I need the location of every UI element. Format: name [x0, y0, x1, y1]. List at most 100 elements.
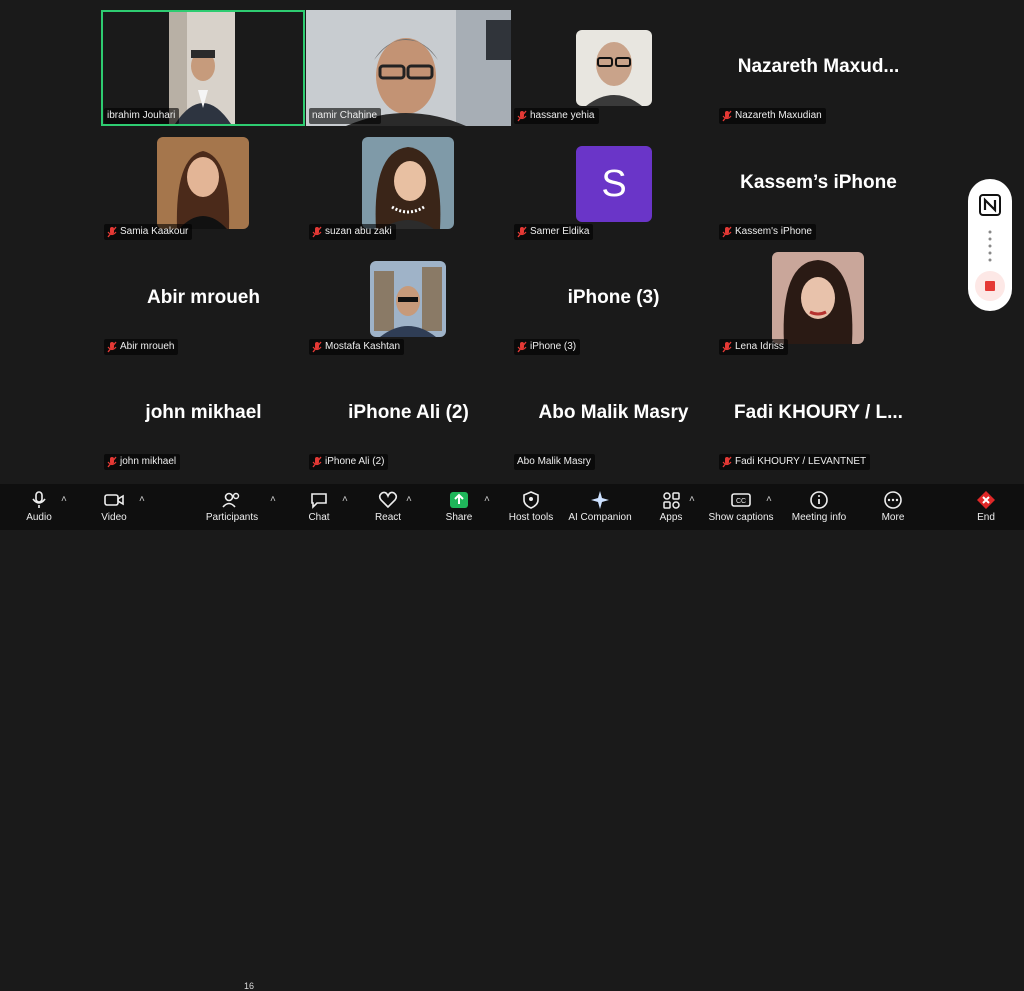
participant-display-name: Abo Malik Masry	[538, 402, 689, 423]
participant-display-name: Fadi KHOURY / L...	[734, 402, 903, 423]
participant-tile-kassem[interactable]: Kassem’s iPhone Kassem's iPhone	[716, 126, 921, 242]
mic-muted-icon	[722, 341, 732, 353]
participant-tile-lena[interactable]: Lena Idriss	[716, 241, 921, 357]
participant-tile-abir[interactable]: Abir mroueh Abir mroueh	[101, 241, 306, 357]
chat-bubble-icon	[311, 493, 327, 509]
participants-options-chevron-icon[interactable]: ˄	[270, 494, 276, 505]
participant-display-name: Nazareth Maxud...	[737, 56, 900, 77]
video-grid: ibrahim Jouhari namir Chahine hassane ye…	[0, 0, 1024, 484]
initial-avatar: S	[576, 146, 652, 222]
video-options-chevron-icon[interactable]: ˄	[139, 494, 145, 505]
sparkle-icon	[591, 491, 609, 509]
svg-text:CC: CC	[736, 498, 746, 505]
share-options-chevron-icon[interactable]: ˄	[484, 494, 490, 505]
mic-muted-icon	[517, 226, 527, 238]
participant-tile-iphone-ali[interactable]: iPhone Ali (2) iPhone Ali (2)	[306, 356, 511, 472]
end-call-icon	[977, 491, 995, 509]
participant-name-label: ibrahim Jouhari	[104, 108, 180, 124]
end-meeting-button[interactable]: End	[970, 488, 1002, 528]
participant-display-name: Abir mroueh	[147, 287, 260, 308]
notion-icon[interactable]	[978, 193, 1002, 217]
participant-name-label: Mostafa Kashtan	[309, 339, 405, 355]
participant-tile-fadi[interactable]: Fadi KHOURY / L... Fadi KHOURY / LEVANTN…	[716, 356, 921, 472]
participant-tile-mostafa[interactable]: Mostafa Kashtan	[306, 241, 511, 357]
mic-muted-icon	[722, 110, 732, 122]
mic-muted-icon	[517, 341, 527, 353]
host-tools-button[interactable]: Host tools	[504, 488, 558, 528]
microphone-icon	[32, 491, 46, 508]
mic-muted-icon	[107, 456, 117, 468]
mic-muted-icon	[312, 226, 322, 238]
info-icon	[810, 491, 828, 509]
more-button[interactable]: More	[876, 488, 910, 528]
profile-photo	[772, 252, 864, 344]
participant-tile-hassane[interactable]: hassane yehia	[511, 10, 716, 126]
participant-display-name: john mikhael	[145, 402, 262, 423]
profile-photo	[370, 261, 446, 337]
participant-name-label: Samia Kaakour	[104, 224, 193, 240]
participant-tile-suzan[interactable]: suzan abu zaki	[306, 126, 511, 242]
participant-name-label: john mikhael	[104, 454, 181, 470]
react-button[interactable]: React	[370, 488, 406, 528]
apps-button[interactable]: Apps	[654, 488, 688, 528]
mic-muted-icon	[312, 456, 322, 468]
shield-icon	[523, 491, 539, 509]
meeting-toolbar: Audio ˄ Video ˄ Participants 16 ˄ Chat ˄…	[0, 484, 1024, 991]
participant-name-label: hassane yehia	[514, 108, 599, 124]
captions-options-chevron-icon[interactable]: ˄	[766, 494, 772, 505]
mic-muted-icon	[107, 226, 117, 238]
participant-name-label: Lena Idriss	[719, 339, 788, 355]
participant-name-label: Fadi KHOURY / LEVANTNET	[719, 454, 871, 470]
participant-name-label: suzan abu zaki	[309, 224, 396, 240]
participant-name-label: iPhone (3)	[514, 339, 581, 355]
show-captions-button[interactable]: CC Show captions	[708, 488, 774, 528]
participant-tile-ibrahim[interactable]: ibrahim Jouhari	[101, 10, 305, 126]
participant-tile-namir[interactable]: namir Chahine	[306, 10, 511, 126]
participant-display-name: iPhone (3)	[567, 287, 660, 308]
participant-tile-nazareth[interactable]: Nazareth Maxud... Nazareth Maxudian	[716, 10, 921, 126]
audio-options-chevron-icon[interactable]: ˄	[61, 494, 67, 505]
apps-options-chevron-icon[interactable]: ˄	[689, 494, 695, 505]
participant-name-label: Nazareth Maxudian	[719, 108, 826, 124]
participant-name-label: namir Chahine	[309, 108, 382, 124]
mic-muted-icon	[107, 341, 117, 353]
profile-photo	[576, 30, 652, 106]
meeting-info-button[interactable]: Meeting info	[788, 488, 850, 528]
mic-muted-icon	[722, 226, 732, 238]
share-button[interactable]: Share	[442, 488, 476, 528]
participant-name-label: Abir mroueh	[104, 339, 179, 355]
more-icon	[884, 491, 902, 509]
react-options-chevron-icon[interactable]: ˄	[406, 494, 412, 505]
participant-name-label: iPhone Ali (2)	[309, 454, 389, 470]
apps-icon	[663, 492, 680, 509]
audio-button[interactable]: Audio	[18, 488, 60, 528]
mic-muted-icon	[517, 110, 527, 122]
stop-recording-button[interactable]	[975, 271, 1005, 301]
mic-muted-icon	[722, 456, 732, 468]
participants-count-badge: 16	[244, 981, 255, 991]
recording-side-panel	[968, 179, 1012, 311]
participants-button[interactable]: Participants	[200, 488, 264, 528]
video-feed	[169, 12, 235, 124]
ai-companion-button[interactable]: AI Companion	[566, 488, 634, 528]
participants-icon	[222, 492, 240, 508]
participant-name-label: Abo Malik Masry	[514, 454, 595, 470]
participant-display-name: iPhone Ali (2)	[348, 402, 469, 423]
profile-photo	[157, 137, 249, 229]
video-button[interactable]: Video	[94, 488, 134, 528]
participant-tile-samia[interactable]: Samia Kaakour	[101, 126, 306, 242]
mic-muted-icon	[312, 341, 322, 353]
heart-icon	[378, 491, 398, 509]
participant-tile-iphone-3[interactable]: iPhone (3) iPhone (3)	[511, 241, 716, 357]
drag-handle-icon[interactable]	[987, 229, 993, 263]
captions-icon: CC	[731, 493, 751, 507]
share-screen-icon	[450, 492, 468, 508]
chat-button[interactable]: Chat	[302, 488, 336, 528]
participant-tile-samer[interactable]: S Samer Eldika	[511, 126, 716, 242]
participant-display-name: Kassem’s iPhone	[740, 172, 897, 193]
participant-tile-john[interactable]: john mikhael john mikhael	[101, 356, 306, 472]
participant-tile-abo-malik[interactable]: Abo Malik Masry Abo Malik Masry	[511, 356, 716, 472]
participant-name-label: Samer Eldika	[514, 224, 594, 240]
participant-name-label: Kassem's iPhone	[719, 224, 816, 240]
chat-options-chevron-icon[interactable]: ˄	[342, 494, 348, 505]
